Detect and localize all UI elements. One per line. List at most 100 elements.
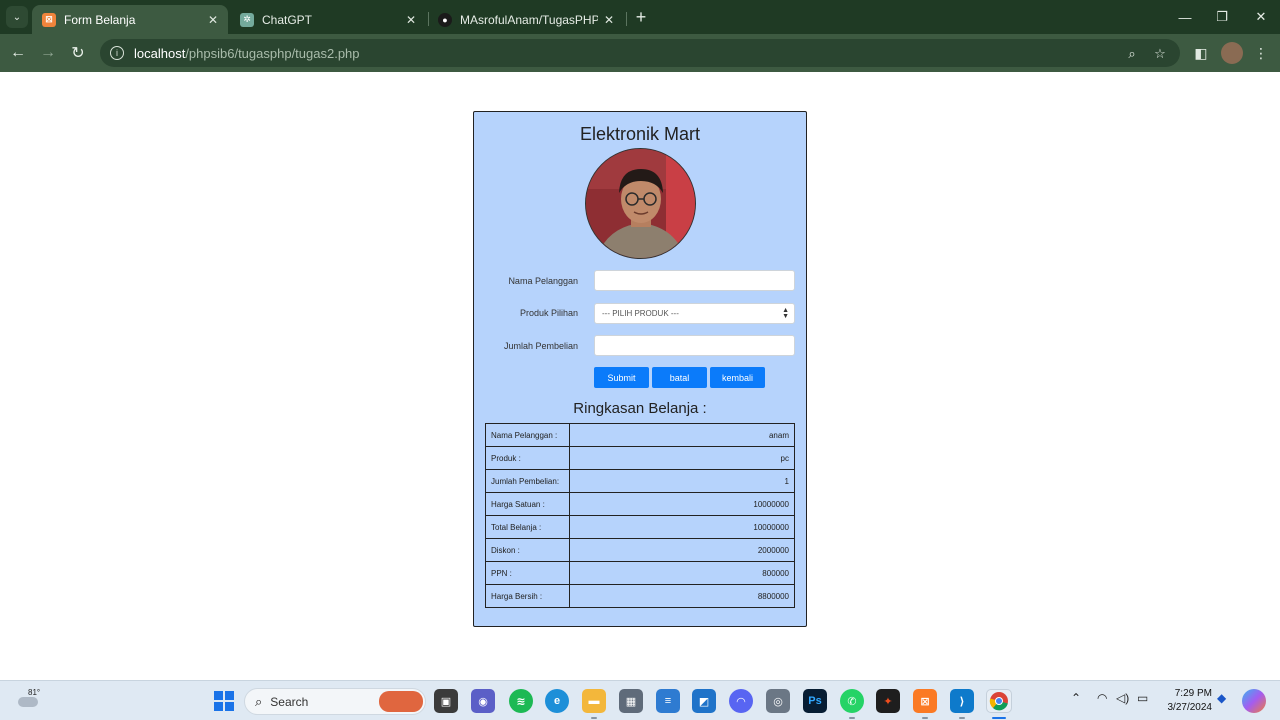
tray-overflow-chevron-icon[interactable]: ⌃: [1071, 691, 1081, 705]
github-favicon-icon: ●: [438, 12, 452, 27]
produk-pilihan-label: Produk Pilihan: [519, 308, 578, 318]
figma-icon[interactable]: ✦: [876, 689, 900, 713]
submit-button[interactable]: Submit: [594, 367, 649, 388]
row-value: 8800000: [569, 584, 795, 608]
spotify-icon[interactable]: ≋: [509, 689, 533, 713]
profile-photo-image: [586, 149, 695, 258]
table-row: Nama Pelanggan : anam: [485, 423, 795, 447]
browser-toolbar: ← → ↻ i localhost/phpsib6/tugasphp/tugas…: [0, 34, 1280, 72]
close-tab-icon[interactable]: ✕: [406, 13, 416, 27]
forward-arrow-icon[interactable]: →: [36, 41, 60, 65]
address-bar[interactable]: i localhost/phpsib6/tugasphp/tugas2.php …: [100, 39, 1180, 67]
url-text: localhost/phpsib6/tugasphp/tugas2.php: [134, 46, 360, 61]
camera-icon[interactable]: ◎: [766, 689, 790, 713]
system-clock[interactable]: 7:29 PM 3/27/2024: [1160, 687, 1213, 715]
weather-temperature: 81°: [28, 688, 41, 697]
tab-title: MAsrofulAnam/TugasPHP1: [460, 12, 598, 27]
row-key: Total Belanja :: [485, 515, 570, 539]
running-indicator: [959, 717, 965, 719]
back-arrow-icon[interactable]: ←: [6, 41, 30, 65]
wifi-icon[interactable]: ◠: [1097, 691, 1107, 705]
tab-github[interactable]: ● MAsrofulAnam/TugasPHP1 ✕: [428, 5, 624, 34]
menu-kebab-icon[interactable]: ⋮: [1250, 42, 1272, 64]
row-value: anam: [569, 423, 795, 447]
close-tab-icon[interactable]: ✕: [208, 13, 218, 27]
close-tab-icon[interactable]: ✕: [604, 13, 614, 27]
nama-pelanggan-label: Nama Pelanggan: [508, 276, 578, 286]
new-tab-icon[interactable]: +: [630, 6, 652, 28]
row-key: Jumlah Pembelian:: [485, 469, 570, 493]
clock-time: 7:29 PM: [1174, 688, 1212, 699]
row-key: PPN :: [485, 561, 570, 585]
row-key: Nama Pelanggan :: [485, 423, 570, 447]
volume-icon[interactable]: ◁): [1116, 691, 1129, 705]
photos-icon[interactable]: ◩: [692, 689, 716, 713]
page-title: Elektronik Mart: [579, 124, 701, 144]
photoshop-icon[interactable]: Ps: [803, 689, 827, 713]
table-row: Harga Satuan :10000000: [485, 492, 795, 516]
tab-title: ChatGPT: [262, 12, 313, 27]
weather-widget[interactable]: 81°: [14, 687, 44, 715]
bookmark-star-icon[interactable]: ☆: [1150, 44, 1170, 64]
taskbar: 81° ⌕ Search ▣ ◉ ≋ e ▬ ▦ ≡ ◩ ◠ ◎ Ps ✆ ✦ …: [0, 680, 1280, 720]
tab-form-belanja[interactable]: ⊠ Form Belanja ✕: [32, 5, 228, 34]
nama-pelanggan-input[interactable]: [594, 270, 795, 291]
site-info-icon[interactable]: i: [110, 46, 124, 60]
windows-start-icon[interactable]: [212, 689, 236, 713]
row-value: 2000000: [569, 538, 795, 562]
notification-bell-icon[interactable]: ◆: [1217, 691, 1226, 705]
chrome-icon[interactable]: [986, 689, 1012, 713]
xampp-icon[interactable]: ⊠: [913, 689, 937, 713]
zoom-icon[interactable]: ⌕: [1122, 44, 1142, 64]
xampp-favicon-icon: ⊠: [42, 12, 56, 27]
row-key: Harga Bersih :: [485, 584, 570, 608]
tab-chatgpt[interactable]: ✲ ChatGPT ✕: [230, 5, 426, 34]
task-view-icon[interactable]: ▣: [434, 689, 458, 713]
row-value: 10000000: [569, 515, 795, 539]
tab-search-button[interactable]: ⌄: [6, 6, 28, 28]
table-row: PPN :800000: [485, 561, 795, 585]
row-value: pc: [569, 446, 795, 470]
batal-button[interactable]: batal: [652, 367, 707, 388]
table-row: Total Belanja :10000000: [485, 515, 795, 539]
copilot-icon[interactable]: [1242, 689, 1266, 713]
summary-title: Ringkasan Belanja :: [573, 400, 707, 417]
jumlah-pembelian-input[interactable]: [594, 335, 795, 356]
minimize-icon[interactable]: —: [1165, 0, 1205, 34]
form-card: Elektronik Mart Nama Pelanggan Produk Pi…: [473, 111, 807, 627]
notepad-icon[interactable]: ≡: [656, 689, 680, 713]
battery-icon[interactable]: ▭: [1137, 691, 1148, 705]
select-arrow-icon: ▲ ▼: [782, 307, 789, 320]
file-explorer-icon[interactable]: ▬: [582, 689, 606, 713]
tab-strip: ⌄ ⊠ Form Belanja ✕ ✲ ChatGPT ✕ ● MAsrofu…: [0, 0, 1280, 34]
search-icon: ⌕: [255, 693, 263, 709]
table-row: Diskon :2000000: [485, 538, 795, 562]
side-panel-icon[interactable]: ◧: [1190, 42, 1212, 64]
vscode-icon[interactable]: ⟩: [950, 689, 974, 713]
jumlah-pembelian-label: Jumlah Pembelian: [503, 341, 578, 351]
profile-avatar-icon[interactable]: [1221, 42, 1243, 64]
close-window-icon[interactable]: ✕: [1241, 0, 1280, 34]
tab-title: Form Belanja: [64, 12, 136, 27]
cloud-icon: [18, 697, 38, 707]
produk-pilihan-select[interactable]: --- PILIH PRODUK --- ▲ ▼: [594, 303, 795, 324]
tab-separator: [626, 12, 627, 26]
row-key: Diskon :: [485, 538, 570, 562]
row-value: 10000000: [569, 492, 795, 516]
reload-icon[interactable]: ↻: [66, 41, 90, 65]
kembali-button[interactable]: kembali: [710, 367, 765, 388]
whatsapp-icon[interactable]: ✆: [840, 689, 864, 713]
summary-table: Nama Pelanggan : anam Produk : pc Jumlah P…: [485, 423, 795, 608]
discord-icon[interactable]: ◠: [729, 689, 753, 713]
restore-icon[interactable]: ❐: [1202, 0, 1242, 34]
row-value: 1: [569, 469, 795, 493]
calculator-icon[interactable]: ▦: [619, 689, 643, 713]
table-row: Jumlah Pembelian: 1: [485, 469, 795, 493]
clock-date: 3/27/2024: [1167, 702, 1213, 713]
teams-chat-icon[interactable]: ◉: [471, 689, 495, 713]
row-key: Produk :: [485, 446, 570, 470]
taskbar-search[interactable]: ⌕ Search: [244, 688, 426, 715]
url-path: /phpsib6/tugasphp/tugas2.php: [185, 45, 360, 61]
url-host: localhost: [134, 45, 186, 61]
edge-icon[interactable]: e: [545, 689, 569, 713]
